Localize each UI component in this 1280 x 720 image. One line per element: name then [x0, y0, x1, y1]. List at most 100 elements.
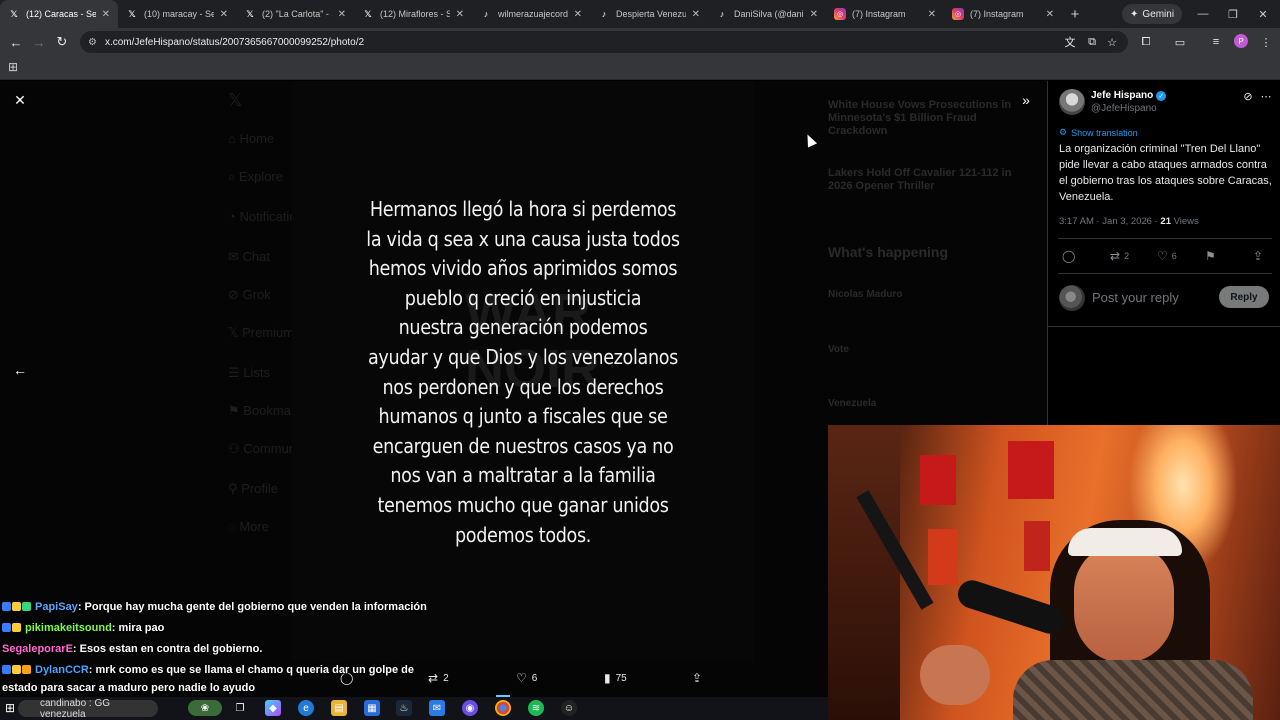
grok-icon[interactable]: ⊘ [1241, 89, 1255, 103]
more-menu-icon[interactable]: ⋮ [1258, 34, 1274, 50]
tab-title: (7) Instagram [852, 9, 906, 19]
trend-item: White House Vows Prosecutions in Minneso… [828, 99, 1012, 137]
close-tab-icon[interactable]: ✕ [102, 9, 110, 20]
chat-text: : Esos estan en contra del gobierno. [72, 643, 263, 655]
chat-text: : mira pao [111, 622, 165, 634]
reload-icon[interactable]: ↻ [50, 30, 74, 54]
reply-button[interactable]: Reply [1219, 286, 1269, 308]
analytics-icon: ▮ [604, 671, 611, 685]
mail-icon[interactable]: ✉ [429, 700, 445, 716]
photo-text-line: nos perdonen y que los derechos [382, 374, 664, 399]
photo-text-line: encarguen de nuestros casos ya no [372, 433, 674, 458]
new-tab-button[interactable]: + [1062, 0, 1088, 28]
media-controls-icon[interactable]: ≡ [1208, 34, 1224, 50]
tab-title: (7) Instagram [970, 9, 1024, 19]
photo-text-line: Hermanos llegó la hora si perdemos [369, 197, 677, 221]
chat-text: : Porque hay mucha gente del gobierno qu… [77, 601, 427, 613]
browser-tab[interactable]: 𝕏 (12) Miraflores - Search ✕ [354, 0, 472, 28]
trend-item: Lakers Hold Off Cavalier 121-112 in 2026… [828, 167, 1012, 192]
back-icon[interactable]: ← [4, 30, 28, 54]
profile-avatar[interactable]: P [1234, 34, 1248, 48]
minimize-icon[interactable]: — [1188, 0, 1218, 28]
steam-icon[interactable]: ♨ [396, 700, 412, 716]
translate-icon: ⚙ [1059, 127, 1068, 137]
close-tab-icon[interactable]: ✕ [692, 9, 700, 20]
webcam-poster [920, 455, 956, 505]
copilot-icon[interactable]: ◆ [265, 700, 281, 716]
trends-heading: What's happening [828, 244, 948, 260]
apps-grid-icon[interactable]: ⊞ [8, 61, 20, 73]
edge-icon[interactable]: e [298, 700, 314, 716]
bookmark-star-icon[interactable]: ☆ [1104, 34, 1120, 50]
spotify-icon[interactable]: ≋ [528, 700, 544, 716]
translate-icon[interactable]: 文 [1062, 34, 1078, 50]
forward-icon[interactable]: → [27, 30, 51, 54]
x-logo-icon: 𝕏 [228, 90, 243, 110]
discord-icon[interactable]: ☺ [561, 700, 577, 716]
browser-tab[interactable]: ◎ (7) Instagram ✕ [826, 0, 944, 28]
share-action[interactable]: ⇪ [692, 671, 702, 685]
close-tab-icon[interactable]: ✕ [1046, 9, 1054, 20]
close-window-icon[interactable]: ✕ [1248, 0, 1278, 28]
browser-tab[interactable]: ♪ DaniSilva (@danisilva) ✕ [708, 0, 826, 28]
retweet-action[interactable]: ⇄ 2 [428, 671, 449, 685]
address-bar[interactable]: ⚙ x.com/JefeHispano/status/2007365667000… [80, 31, 1128, 53]
close-viewer-icon[interactable]: ✕ [12, 92, 28, 108]
like-action[interactable]: ♡ 6 [1157, 249, 1177, 263]
reply-action[interactable]: ◯ [1062, 249, 1075, 263]
previous-photo-icon[interactable]: ← [12, 362, 28, 378]
webcam-person-headband [1068, 528, 1182, 556]
show-translation-link[interactable]: ⚙ Show translation [1059, 127, 1138, 138]
chat-username: DylanCCR [35, 664, 89, 676]
author-name[interactable]: Jefe Hispano ✓ [1091, 90, 1167, 101]
views-action[interactable]: ▮ 75 [604, 671, 627, 685]
nav-grok-ghost: ⊘ Grok [228, 287, 271, 302]
browser-tab[interactable]: ♪ Despierta Venezuela ✕ [590, 0, 708, 28]
widgets-icon[interactable]: ❀ [188, 700, 222, 716]
photo-text-line: tenemos mucho que ganar unidos [377, 492, 669, 517]
close-tab-icon[interactable]: ✕ [220, 9, 228, 20]
tab-title: wilmerazuajecordero [498, 9, 568, 19]
restore-icon[interactable]: ❐ [1218, 0, 1248, 28]
more-options-icon[interactable]: ⋯ [1259, 89, 1273, 103]
author-handle[interactable]: @JefeHispano [1091, 103, 1157, 114]
obs-icon[interactable]: ◉ [462, 700, 478, 716]
browser-tab[interactable]: 𝕏 (2) "La Carlota" - Search ✕ [236, 0, 354, 28]
task-view-icon[interactable]: ❐ [232, 700, 248, 716]
split-view-icon[interactable]: ▭ [1172, 34, 1188, 50]
retweet-action[interactable]: ⇄ 2 [1110, 249, 1129, 263]
divider [1058, 238, 1272, 239]
close-tab-icon[interactable]: ✕ [338, 9, 346, 20]
share-action[interactable]: ⇪ [1253, 249, 1263, 263]
close-tab-icon[interactable]: ✕ [574, 9, 582, 20]
bookmark-action[interactable]: ⚑ [1205, 249, 1216, 263]
browser-tab[interactable]: 𝕏 (10) maracay - Search ✕ [118, 0, 236, 28]
close-tab-icon[interactable]: ✕ [810, 9, 818, 20]
taskbar-search[interactable]: candinabo : GG venezuela [18, 698, 158, 720]
x-logo-icon: 𝕏 [10, 8, 18, 19]
photo-text-line: humanos q junto a fiscales que se [378, 404, 668, 429]
browser-tab[interactable]: ◎ (7) Instagram ✕ [944, 0, 1062, 28]
divider [1058, 273, 1272, 274]
author-avatar[interactable] [1059, 89, 1085, 115]
like-action[interactable]: ♡ 6 [516, 671, 537, 685]
divider [1048, 326, 1280, 327]
nav-premium-ghost: 𝕏 Premium [228, 325, 295, 340]
webcam-overlay [828, 425, 1280, 720]
file-explorer-icon[interactable]: ▤ [331, 700, 347, 716]
store-icon[interactable]: ▦ [364, 700, 380, 716]
close-tab-icon[interactable]: ✕ [456, 9, 464, 20]
gemini-button[interactable]: ✦ Gemini [1122, 4, 1183, 24]
collapse-panel-icon[interactable]: » [1018, 92, 1034, 108]
browser-tab[interactable]: ♪ wilmerazuajecordero ✕ [472, 0, 590, 28]
site-info-icon[interactable]: ⚙ [88, 37, 97, 48]
close-tab-icon[interactable]: ✕ [928, 9, 936, 20]
start-icon[interactable]: ⊞ [2, 700, 18, 716]
install-app-icon[interactable]: ⧉ [1084, 34, 1100, 50]
browser-tab[interactable]: 𝕏 (12) Caracas - Search ✕ [0, 0, 118, 28]
extensions-icon[interactable]: ⧠ [1138, 34, 1154, 50]
chrome-icon[interactable] [495, 700, 511, 716]
active-app-indicator [496, 695, 510, 697]
reply-input[interactable]: Post your reply [1092, 290, 1179, 305]
photo-text-line: la vida q sea x una causa justa todos [366, 226, 680, 251]
